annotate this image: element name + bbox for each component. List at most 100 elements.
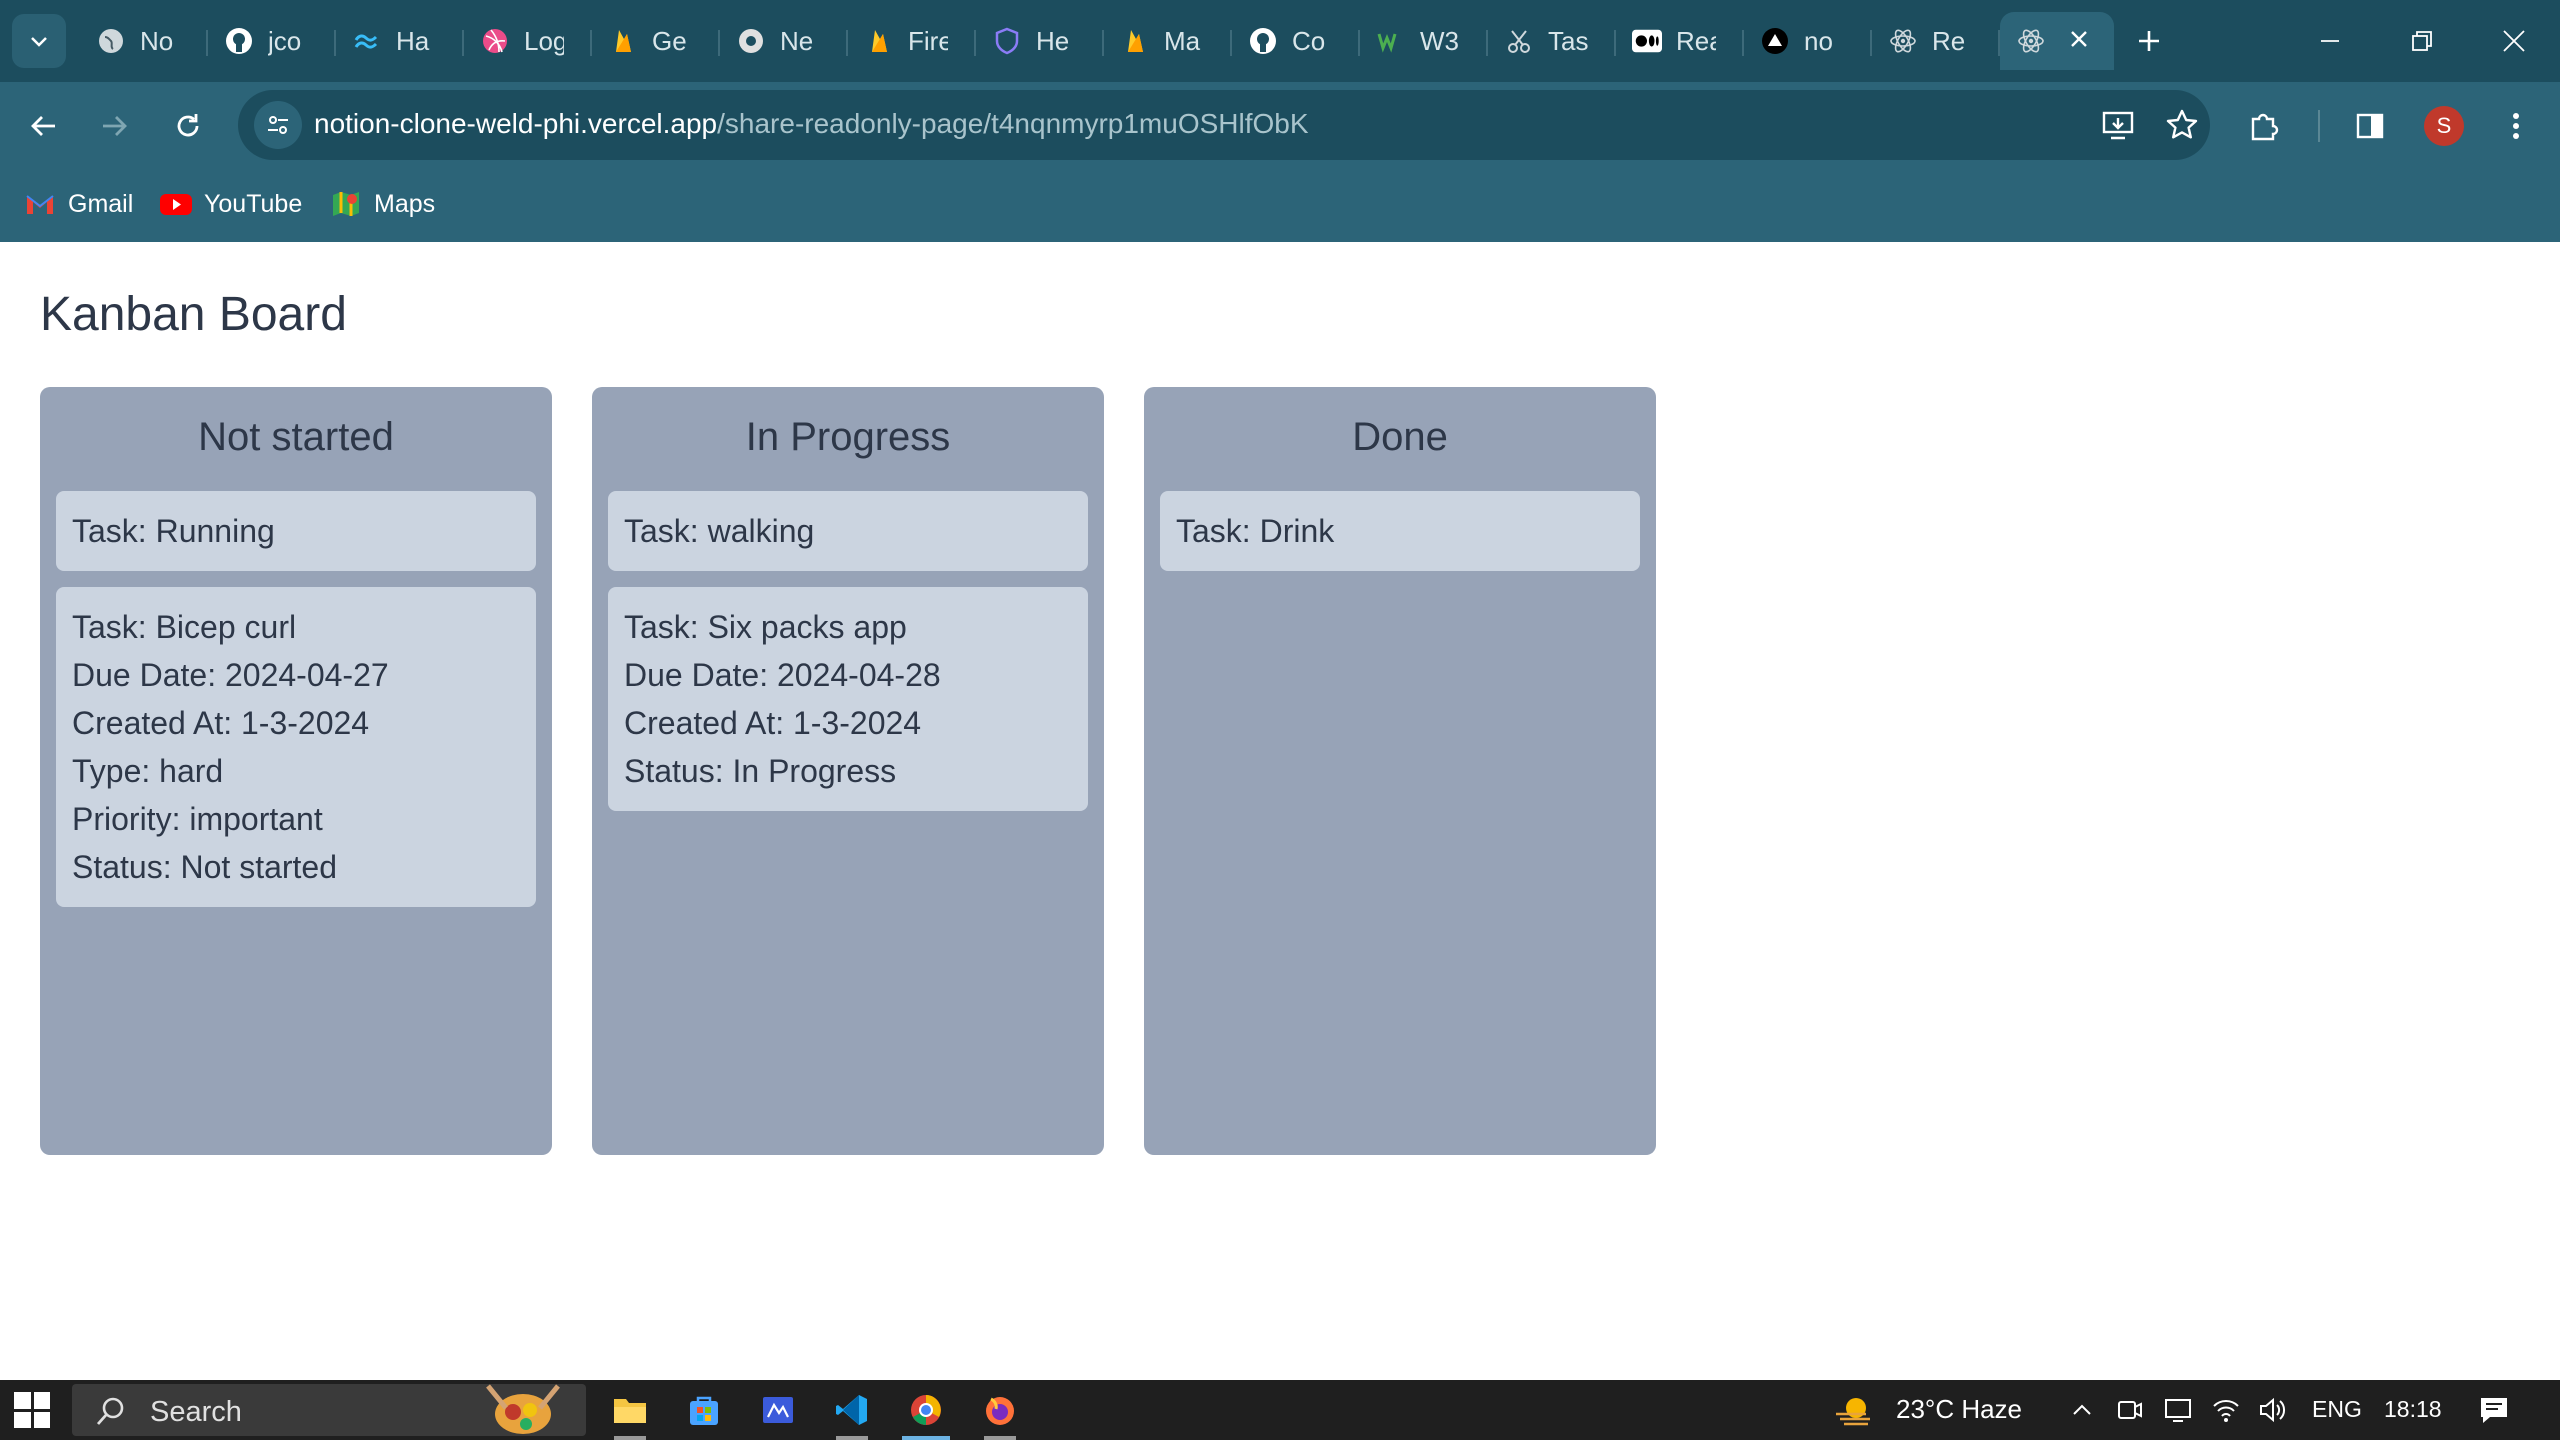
column-title: In Progress [745,415,951,459]
bookmark-label: Maps [374,189,436,218]
vscode-icon [836,1395,867,1425]
react-icon [2016,26,2046,56]
react-icon [1888,26,1918,56]
browser-tab[interactable]: Ge [592,12,720,70]
plus-icon [2139,31,2159,51]
kanban-column-not-started: Not started Task: Running Task: Bicep cu… [40,387,552,1155]
windows-start-icon[interactable] [14,1392,50,1428]
search-icon [96,1397,124,1425]
task-card[interactable]: Task: walking [608,491,1088,571]
chevron-up-icon[interactable] [2066,1394,2098,1426]
side-panel-icon[interactable] [2346,102,2394,150]
menu-icon[interactable] [2492,102,2540,150]
profile-avatar[interactable]: S [2424,106,2464,146]
tab-title: Ne [780,25,814,56]
medium-icon [1632,26,1662,56]
language-indicator[interactable]: ENG [2312,1396,2362,1423]
gmail-icon [24,188,56,220]
browser-tab[interactable]: Ne [720,12,848,70]
task-card[interactable]: Task: Running [56,491,536,571]
restore-icon [2412,31,2432,51]
browser-tab[interactable]: Ha [336,12,464,70]
reload-button[interactable] [164,102,212,150]
tab-title: Ge [652,25,687,56]
browser-tab[interactable]: no [1744,12,1872,70]
kanban-column-in-progress: In Progress Task: walking Task: Six pack… [592,387,1104,1155]
browser-tab[interactable]: Tas [1488,12,1616,70]
minimize-button[interactable] [2306,18,2354,64]
tab-title: Ma [1164,25,1201,56]
extensions-icon[interactable] [2240,102,2288,150]
clock[interactable]: 18:18 [2384,1396,2442,1423]
tab-title: no [1804,25,1833,56]
browser-tab[interactable]: Rea [1616,12,1744,70]
card-line: Due Date: 2024-04-27 [72,657,389,693]
vercel-icon [1760,26,1790,56]
page-content: Kanban Board Not started Task: Running T… [0,242,2560,1380]
weather-text[interactable]: 23°C Haze [1896,1394,2022,1425]
back-button[interactable] [20,102,68,150]
restore-button[interactable] [2398,18,2446,64]
card-line: Priority: important [72,801,323,837]
wifi-icon[interactable] [2210,1394,2242,1426]
tab-title: Tas [1548,25,1588,56]
close-icon[interactable] [2068,28,2090,55]
bookmark-star-icon[interactable] [2160,103,2204,147]
task-card[interactable]: Task: Six packs app Due Date: 2024-04-28… [608,587,1088,811]
card-line: Created At: 1-3-2024 [72,705,370,741]
tab-title: Re [1932,25,1966,56]
browser-tab[interactable]: He [976,12,1104,70]
bookmark-gmail[interactable]: Gmail [24,184,133,224]
taskbar-file-explorer[interactable] [600,1386,660,1440]
install-app-icon[interactable] [2096,103,2140,147]
forward-button[interactable] [90,102,138,150]
browser-tab[interactable]: W3 [1360,12,1488,70]
taskbar-vscode[interactable] [822,1386,882,1440]
browser-tab[interactable]: No [80,12,208,70]
site-info-icon[interactable] [254,101,302,149]
url-text[interactable]: notion-clone-weld-phi.vercel.app/share-r… [314,108,1309,140]
windows-taskbar: Search 23°C Haze ENG 18:18 [0,1380,2560,1440]
bookmark-youtube[interactable]: YouTube [160,184,302,224]
address-bar[interactable]: notion-clone-weld-phi.vercel.app/share-r… [238,90,2210,160]
weather-icon[interactable] [1834,1394,1874,1426]
browser-tab[interactable]: Ma [1104,12,1232,70]
notification-icon[interactable] [2478,1394,2510,1426]
browser-tab[interactable]: Re [1872,12,2000,70]
tab-strip: No jco Ha Log Ge Ne Fire He Ma Co W3 Tas… [80,12,2114,70]
taskbar-search-box[interactable]: Search [72,1384,586,1436]
firebase-icon [1120,26,1150,56]
card-line: Task: Six packs app [624,609,907,645]
arrow-left-icon [31,116,55,136]
volume-icon[interactable] [2256,1394,2288,1426]
reload-icon [177,114,199,137]
firefox-icon [986,1397,1014,1425]
camera-icon[interactable] [2114,1394,2146,1426]
task-card[interactable]: Task: Drink [1160,491,1640,571]
browser-tab[interactable]: Co [1232,12,1360,70]
browser-tab[interactable]: Fire [848,12,976,70]
taskbar-app-editor[interactable] [748,1386,808,1434]
task-card[interactable]: Task: Bicep curl Due Date: 2024-04-27 Cr… [56,587,536,907]
tab-title: W3 [1420,25,1459,56]
github-icon [1248,26,1278,56]
window-close-button[interactable] [2490,18,2538,64]
browser-tab-active[interactable] [2000,12,2114,70]
tab-search-button[interactable] [12,14,66,68]
bookmark-maps[interactable]: Maps [330,184,435,224]
card-line: Status: Not started [72,849,338,885]
scissors-icon [1504,26,1534,56]
taskbar-chrome[interactable] [896,1386,956,1440]
w3-icon [1376,26,1406,56]
taskbar-firefox[interactable] [970,1386,1030,1440]
browser-tab[interactable]: jco [208,12,336,70]
chrome-icon [736,26,766,56]
display-icon[interactable] [2162,1394,2194,1426]
browser-tab[interactable]: Log [464,12,592,70]
chevron-down-icon [31,37,47,47]
card-line: Task: walking [624,513,815,549]
arrow-right-icon [103,116,127,136]
search-highlight-icon [486,1384,560,1434]
taskbar-store[interactable] [674,1386,734,1434]
new-tab-button[interactable] [2128,20,2170,62]
